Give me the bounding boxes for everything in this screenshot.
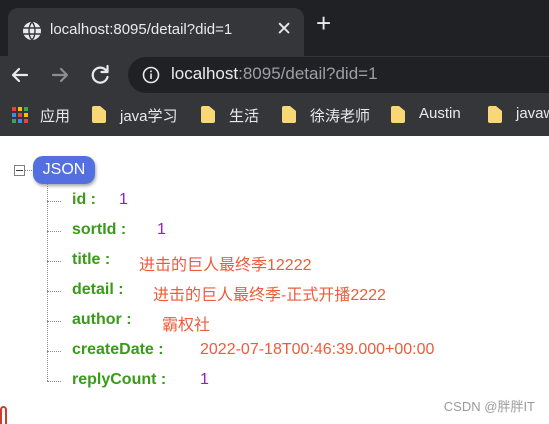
- watermark: CSDN @胖胖IT: [443, 399, 535, 414]
- globe-icon: [23, 21, 41, 41]
- folder-icon: [488, 106, 502, 123]
- tab-title: localhost:8095/detail?did=1: [50, 21, 233, 38]
- folder-icon: [92, 106, 106, 123]
- field-key: title :: [72, 251, 111, 268]
- arrow-right-icon[interactable]: [46, 61, 74, 89]
- bookmark-label: 应用: [40, 108, 71, 125]
- field-key: createDate :: [72, 341, 164, 358]
- browser-tab[interactable]: localhost:8095/detail?did=1 ✕: [8, 8, 304, 56]
- bookmark-label: java学习: [120, 108, 178, 125]
- tree-branch-line: [47, 261, 61, 262]
- field-key: sortId :: [72, 221, 127, 238]
- field-key: id :: [72, 191, 96, 208]
- tab-strip: localhost:8095/detail?did=1 ✕ +: [0, 0, 549, 56]
- tree-branch-line: [47, 351, 61, 352]
- toolbar: localhost:8095/detail?did=1: [0, 56, 549, 94]
- folder-icon: [391, 106, 405, 123]
- field-value: 进击的巨人最终季12222: [139, 257, 312, 274]
- field-value: 2022-07-18T00:46:39.000+00:00: [200, 341, 435, 358]
- info-icon[interactable]: [142, 66, 160, 84]
- bookmark-label: 生活: [229, 108, 260, 125]
- extension-icon: [0, 406, 7, 424]
- folder-icon: [201, 106, 215, 123]
- tree-branch-line: [47, 201, 61, 202]
- arrow-left-icon[interactable]: [6, 61, 34, 89]
- url-path: :8095/detail?did=1: [238, 64, 378, 83]
- field-key: author :: [72, 311, 132, 328]
- bookmarks-bar: 应用 java学习 生活 徐涛老师 Austin javaw: [0, 94, 549, 136]
- bookmark-label: 徐涛老师: [310, 108, 371, 125]
- close-icon[interactable]: ✕: [276, 18, 292, 41]
- plus-icon[interactable]: +: [316, 10, 331, 36]
- bookmark-label: Austin: [419, 105, 461, 122]
- apps-grid-icon: [12, 107, 28, 123]
- field-value: 1: [157, 221, 166, 238]
- reload-icon[interactable]: [86, 61, 114, 89]
- url-text: localhost:8095/detail?did=1: [171, 64, 378, 84]
- tree-branch-line: [47, 321, 61, 322]
- field-value: 霸权社: [162, 317, 211, 334]
- field-value: 1: [119, 191, 128, 208]
- json-viewer: JSON id : 1 sortId : 1 title : 进击的巨人最终季1…: [0, 136, 549, 424]
- tree-branch-line: [47, 291, 61, 292]
- tree-branch-line: [47, 231, 61, 232]
- field-key: replyCount :: [72, 371, 167, 388]
- tree-branch-line: [47, 381, 61, 382]
- field-value: 进击的巨人最终季-正式开播2222: [153, 287, 386, 304]
- field-key: detail :: [72, 281, 124, 298]
- minus-box-icon[interactable]: [14, 165, 25, 176]
- bookmark-label: javaw: [516, 105, 549, 122]
- json-root-node[interactable]: JSON: [33, 156, 95, 184]
- folder-icon: [282, 106, 296, 123]
- address-bar[interactable]: localhost:8095/detail?did=1: [128, 57, 549, 93]
- field-value: 1: [200, 371, 209, 388]
- url-host: localhost: [171, 64, 239, 83]
